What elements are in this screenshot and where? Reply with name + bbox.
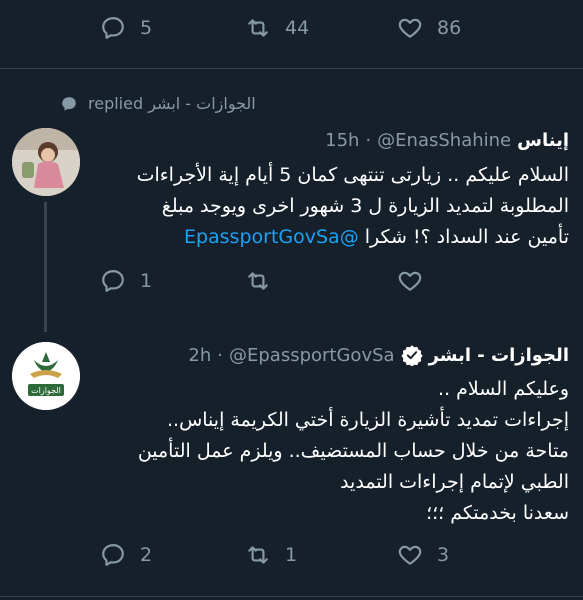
retweet-action[interactable]: 44: [245, 15, 309, 41]
reply-icon: [102, 544, 124, 566]
reply-icon: [102, 17, 124, 39]
divider: [0, 596, 583, 597]
tweet2-like-count: 3: [437, 544, 450, 566]
verified-badge-icon: [401, 345, 423, 366]
tweet1-separator: ·: [365, 130, 372, 151]
thread-line: [44, 202, 47, 332]
heart-icon: [398, 545, 422, 565]
avatar-enas[interactable]: [12, 128, 80, 196]
divider: [0, 68, 583, 69]
replied-banner: الجوازات - ابشر replied: [60, 94, 256, 113]
tweet1-header: 15h · @EnasShahine إيناس: [325, 130, 569, 151]
reply-icon: [102, 270, 124, 292]
replied-text: الجوازات - ابشر replied: [88, 94, 256, 113]
tweet1-text: السلام عليكم .. زيارتى تنتهى كمان 5 أيام…: [99, 160, 569, 253]
tweet1-reply-action[interactable]: 1: [100, 268, 152, 294]
tweet1-mention-link[interactable]: @EpassportGovSa: [184, 226, 359, 248]
heart-icon: [398, 271, 422, 291]
tweet2-reply-action[interactable]: 2: [100, 542, 152, 568]
avatar-logo-text: الجوازات: [31, 386, 61, 395]
heart-icon: [398, 18, 422, 38]
tweet1-retweet-action[interactable]: [245, 268, 285, 294]
retweet-count: 44: [285, 17, 310, 39]
reply-count: 5: [140, 17, 153, 39]
reply-bubble-icon: [62, 96, 76, 111]
tweet1-time[interactable]: 15h: [325, 130, 359, 151]
tweet2-display-name[interactable]: الجوازات - ابشر: [429, 345, 569, 366]
tweet2-header: 2h · @EpassportGovSa الجوازات - ابشر: [188, 344, 569, 366]
tweet1-display-name[interactable]: إيناس: [517, 130, 569, 151]
tweet2-time[interactable]: 2h: [188, 345, 211, 366]
retweet-icon: [248, 272, 268, 290]
like-count: 86: [437, 17, 462, 39]
reply-action[interactable]: 5: [100, 15, 152, 41]
tweet2-retweet-count: 1: [285, 544, 298, 566]
tweet2-separator: ·: [217, 344, 223, 366]
tweet2-retweet-action[interactable]: 1: [245, 542, 297, 568]
tweet2-reply-count: 2: [140, 544, 153, 566]
tweet2-like-action[interactable]: 3: [397, 542, 449, 568]
retweet-icon: [248, 546, 268, 564]
jawazat-logo-icon: الجوازات: [12, 342, 80, 410]
tweet1-like-action[interactable]: [397, 268, 437, 294]
tweet1-reply-count: 1: [140, 270, 153, 292]
avatar-jawazat[interactable]: الجوازات: [12, 342, 80, 410]
retweet-icon: [248, 19, 268, 37]
like-action[interactable]: 86: [397, 15, 461, 41]
tweet2-text: وعليكم السلام .. إجراءات تمديد تأشيرة ال…: [137, 378, 569, 524]
tweet1-handle[interactable]: @EnasShahine: [377, 130, 511, 151]
tweet2-handle[interactable]: @EpassportGovSa: [229, 345, 395, 366]
avatar-photo-icon: [12, 128, 80, 196]
